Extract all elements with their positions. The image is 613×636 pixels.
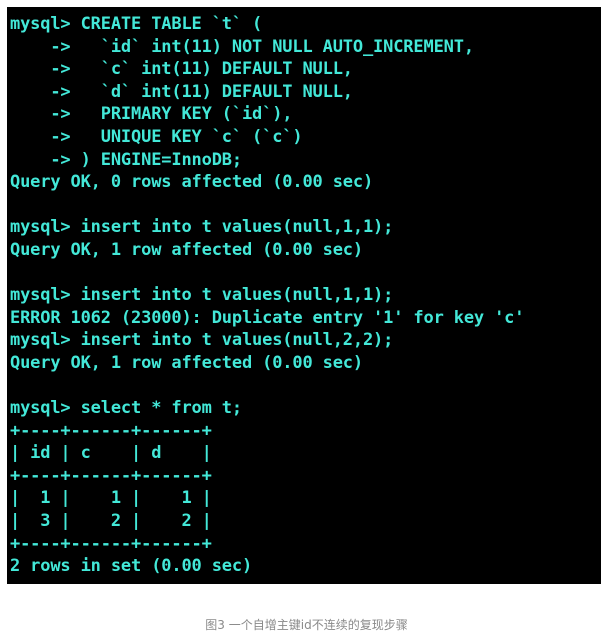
terminal-line: -> ) ENGINE=InnoDB; [10,149,242,170]
terminal-line: -> `id` int(11) NOT NULL AUTO_INCREMENT, [10,36,474,57]
terminal-line: -> `c` int(11) DEFAULT NULL, [10,59,353,80]
terminal-window[interactable]: mysql> CREATE TABLE `t` ( -> `id` int(11… [7,7,601,584]
terminal-line: ERROR 1062 (23000): Duplicate entry '1' … [10,307,525,328]
terminal-line: mysql> select * from t; [10,398,242,419]
terminal-line: Query OK, 1 row affected (0.00 sec) [10,239,363,260]
table-border-line: +----+------+------+ [10,465,212,486]
terminal-line: -> PRIMARY KEY (`id`), [10,104,293,125]
terminal-line: -> `d` int(11) DEFAULT NULL, [10,81,353,102]
terminal-line: mysql> insert into t values(null,1,1); [10,217,394,238]
terminal-line: -> UNIQUE KEY `c` (`c`) [10,126,303,147]
terminal-line: mysql> insert into t values(null,1,1); [10,285,394,306]
table-row: | 3 | 2 | 2 | [10,511,212,532]
table-border-line: +----+------+------+ [10,420,212,441]
figure-caption: 图3 一个自增主键id不连续的复现步骤 [205,618,408,632]
table-header-row: | id | c | d | [10,443,212,464]
table-border-line: +----+------+------+ [10,533,212,554]
terminal-line: mysql> insert into t values(null,2,2); [10,330,394,351]
table-row: | 1 | 1 | 1 | [10,488,212,509]
terminal-line: mysql> CREATE TABLE `t` ( [10,14,263,34]
terminal-line: 2 rows in set (0.00 sec) [10,556,253,577]
terminal-line: Query OK, 0 rows affected (0.00 sec) [10,172,374,193]
terminal-line: Query OK, 1 row affected (0.00 sec) [10,352,363,373]
